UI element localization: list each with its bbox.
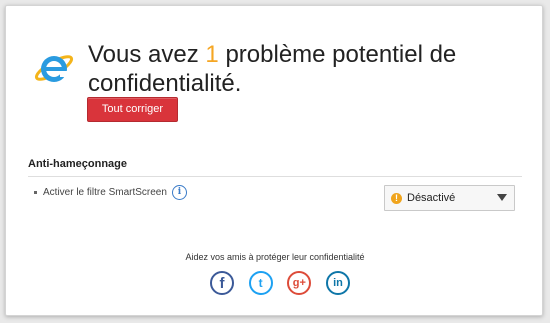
twitter-icon[interactable]: t bbox=[248, 271, 273, 295]
problem-count: 1 bbox=[205, 41, 219, 68]
chevron-down-icon bbox=[497, 194, 507, 201]
page-title: Vous avez 1 problème potentiel de confid… bbox=[88, 40, 508, 98]
dropdown-selected-value: Désactivé bbox=[407, 192, 456, 204]
smartscreen-status-dropdown[interactable]: ! Désactivé bbox=[384, 185, 515, 211]
google-plus-icon[interactable]: g+ bbox=[287, 271, 312, 295]
social-share-bar: f t g+ in bbox=[210, 271, 350, 299]
section-title: Anti-hameçonnage bbox=[28, 158, 128, 170]
facebook-icon[interactable]: f bbox=[210, 271, 234, 295]
setting-label: Activer le filtre SmartScreen bbox=[43, 187, 167, 198]
internet-explorer-logo-icon bbox=[34, 55, 74, 82]
section-divider bbox=[28, 176, 522, 177]
linkedin-icon[interactable]: in bbox=[325, 271, 350, 295]
bullet-icon bbox=[34, 191, 37, 194]
smartscreen-setting-row: Activer le filtre SmartScreen i bbox=[34, 185, 187, 200]
privacy-dialog: Vous avez 1 problème potentiel de confid… bbox=[5, 5, 543, 316]
headline-before: Vous avez bbox=[88, 41, 206, 68]
fix-all-button[interactable]: Tout corriger bbox=[87, 97, 178, 122]
warning-icon: ! bbox=[391, 192, 402, 204]
info-icon[interactable]: i bbox=[171, 185, 187, 200]
share-prompt: Aidez vos amis à protéger leur confident… bbox=[185, 252, 365, 262]
